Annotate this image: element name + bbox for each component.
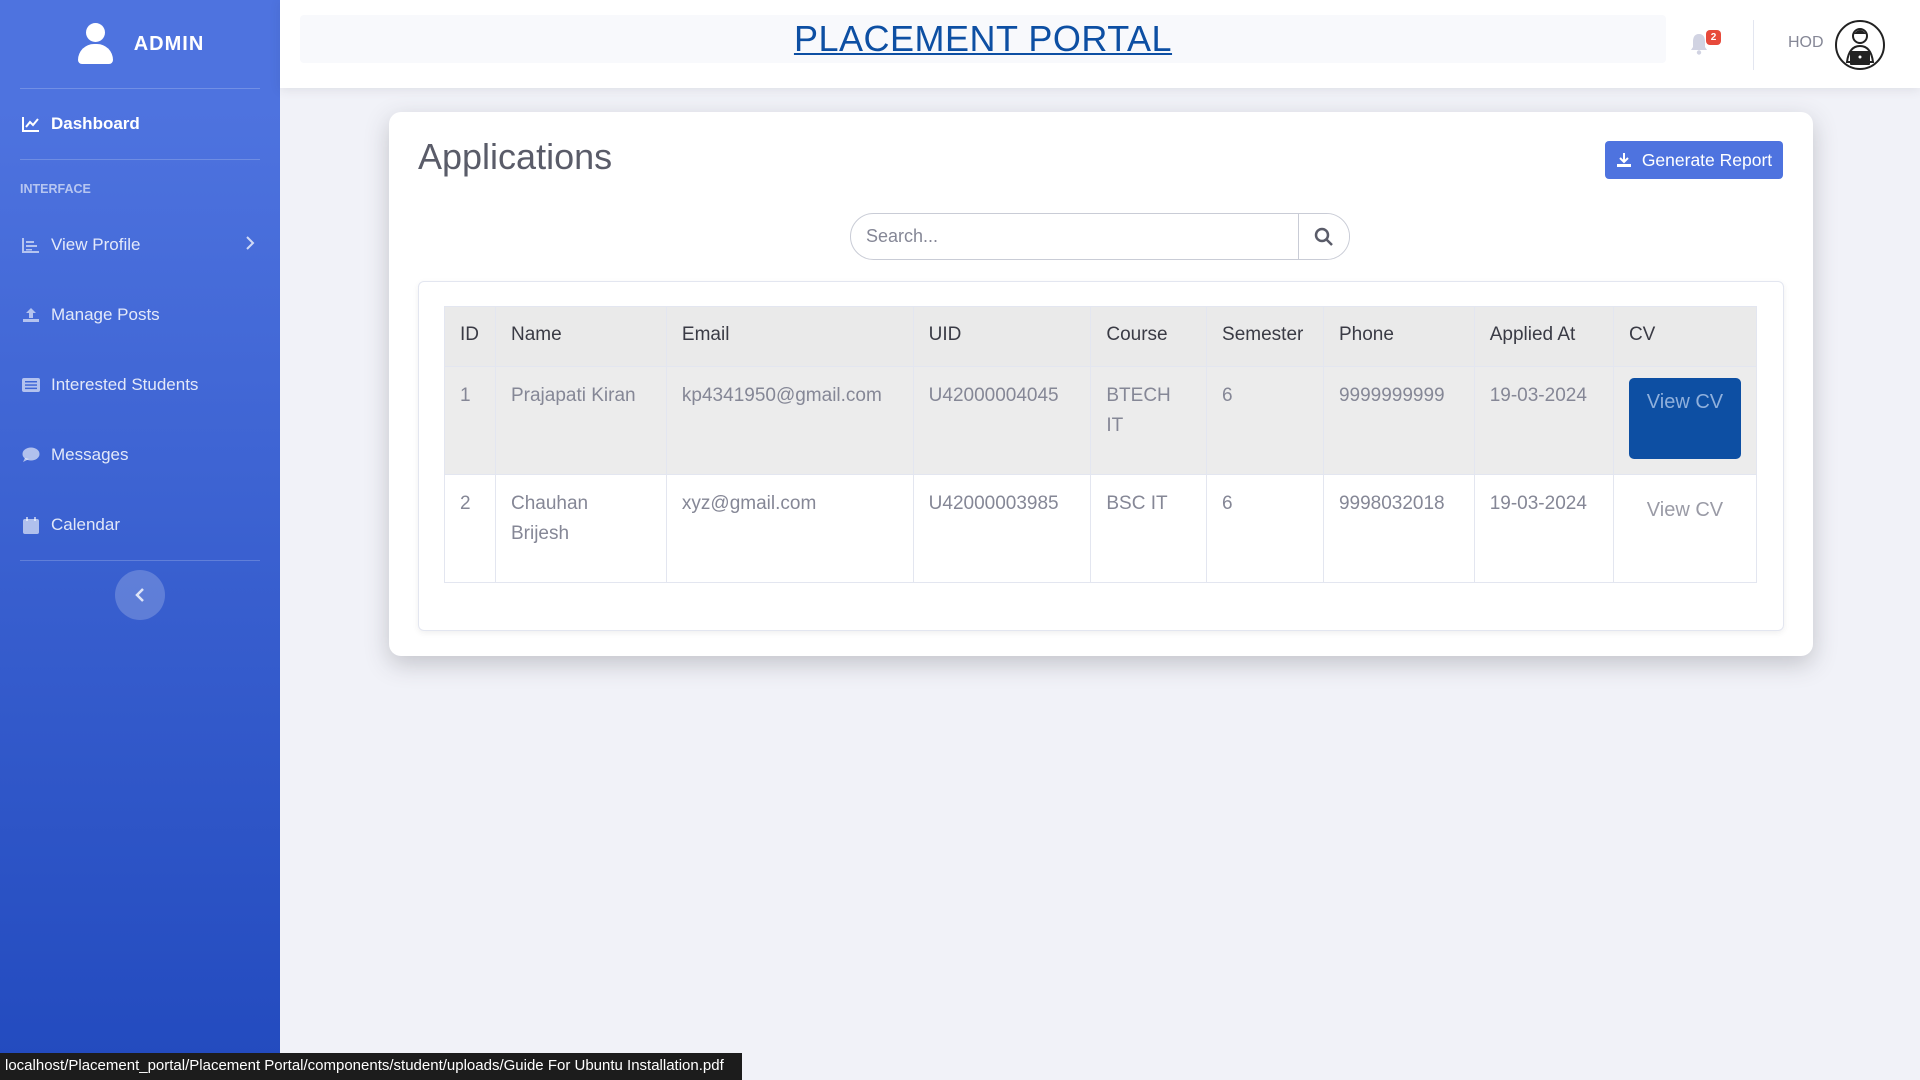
cell-cv: View CV [1612, 366, 1758, 475]
search-icon [1314, 227, 1333, 246]
cell-phone: 9999999999 [1322, 366, 1475, 475]
sidebar-item-label: Interested Students [51, 375, 199, 394]
applications-table: ID Name Email UID Course Semester Phone … [444, 306, 1758, 583]
line-chart-icon [21, 115, 41, 133]
column-header[interactable]: Applied At [1473, 306, 1614, 367]
column-header[interactable]: Course [1090, 306, 1208, 367]
user-name[interactable]: HOD [1788, 34, 1824, 52]
generate-report-button[interactable]: Generate Report [1605, 141, 1783, 179]
cell-semester: 6 [1206, 474, 1324, 583]
table-header-row: ID Name Email UID Course Semester Phone … [444, 306, 1758, 367]
comment-icon [21, 446, 41, 464]
column-header[interactable]: Email [665, 306, 914, 367]
sidebar-item-label: Messages [51, 445, 129, 464]
applications-card: Applications Generate Report ID Name Ema… [389, 112, 1813, 656]
sidebar-item-label: Calendar [51, 515, 120, 534]
table-row: 2 Chauhan Brijesh xyz@gmail.com U4200000… [444, 474, 1758, 583]
cell-email: kp4341950@gmail.com [665, 366, 914, 475]
sidebar-toggle-button[interactable] [115, 570, 165, 620]
calendar-icon [21, 516, 41, 534]
cell-applied-at: 19-03-2024 [1473, 474, 1614, 583]
cell-course: BSC IT [1090, 474, 1208, 583]
cell-cv: View CV [1612, 474, 1758, 583]
sidebar-item-dashboard[interactable]: Dashboard [0, 89, 280, 159]
title-box: PLACEMENT PORTAL [300, 15, 1666, 63]
search-bar [850, 213, 1350, 260]
cell-name: Chauhan Brijesh [494, 474, 667, 583]
sidebar-item-label: Manage Posts [51, 305, 160, 324]
chevron-right-icon [245, 235, 255, 256]
avatar[interactable] [1835, 20, 1885, 70]
cell-applied-at: 19-03-2024 [1473, 366, 1614, 475]
view-cv-button[interactable]: View CV [1629, 486, 1741, 567]
sidebar-item-interested-students[interactable]: Interested Students [0, 350, 280, 420]
chevron-left-icon [135, 588, 144, 602]
column-header[interactable]: Semester [1206, 306, 1324, 367]
list-icon [21, 376, 41, 394]
card-title: Applications [418, 136, 613, 177]
sidebar-item-view-profile[interactable]: View Profile [0, 210, 280, 280]
user-icon [76, 23, 114, 65]
column-header[interactable]: ID [444, 306, 496, 367]
page-title[interactable]: PLACEMENT PORTAL [794, 18, 1172, 60]
search-input[interactable] [851, 214, 1298, 259]
column-header[interactable]: UID [912, 306, 1092, 367]
download-icon [1616, 153, 1631, 167]
column-header[interactable]: Phone [1322, 306, 1475, 367]
sidebar-heading: INTERFACE [20, 182, 91, 196]
topbar: PLACEMENT PORTAL 2 HOD [280, 0, 1920, 88]
sidebar: ADMIN Dashboard INTERFACE View Profile M… [0, 0, 280, 1080]
sidebar-brand[interactable]: ADMIN [0, 0, 280, 88]
cell-course: BTECH IT [1090, 366, 1208, 475]
sidebar-item-label: View Profile [51, 235, 141, 254]
cell-semester: 6 [1206, 366, 1324, 475]
column-header[interactable]: Name [494, 306, 667, 367]
cell-email: xyz@gmail.com [665, 474, 914, 583]
cell-id: 1 [444, 366, 496, 475]
cell-phone: 9998032018 [1322, 474, 1475, 583]
status-bar-url: localhost/Placement_portal/Placement Por… [0, 1053, 742, 1080]
cell-name: Prajapati Kiran [494, 366, 667, 475]
view-cv-button[interactable]: View CV [1628, 378, 1741, 459]
chart-icon [21, 236, 41, 254]
sidebar-item-calendar[interactable]: Calendar [0, 490, 280, 560]
sidebar-item-label: Dashboard [51, 114, 140, 133]
cell-uid: U42000003985 [912, 474, 1092, 583]
upload-icon [21, 306, 41, 324]
search-button[interactable] [1298, 214, 1349, 259]
table-card: ID Name Email UID Course Semester Phone … [418, 281, 1784, 631]
sidebar-item-manage-posts[interactable]: Manage Posts [0, 280, 280, 350]
table-row: 1 Prajapati Kiran kp4341950@gmail.com U4… [444, 366, 1758, 475]
column-header[interactable]: CV [1612, 306, 1758, 367]
sidebar-item-messages[interactable]: Messages [0, 420, 280, 490]
topbar-divider [1753, 20, 1754, 70]
cell-id: 2 [444, 474, 496, 583]
brand-text: ADMIN [133, 32, 205, 55]
sidebar-divider [20, 560, 260, 561]
cell-uid: U42000004045 [912, 366, 1092, 475]
generate-report-label: Generate Report [1641, 149, 1773, 170]
notification-badge: 2 [1706, 30, 1721, 45]
